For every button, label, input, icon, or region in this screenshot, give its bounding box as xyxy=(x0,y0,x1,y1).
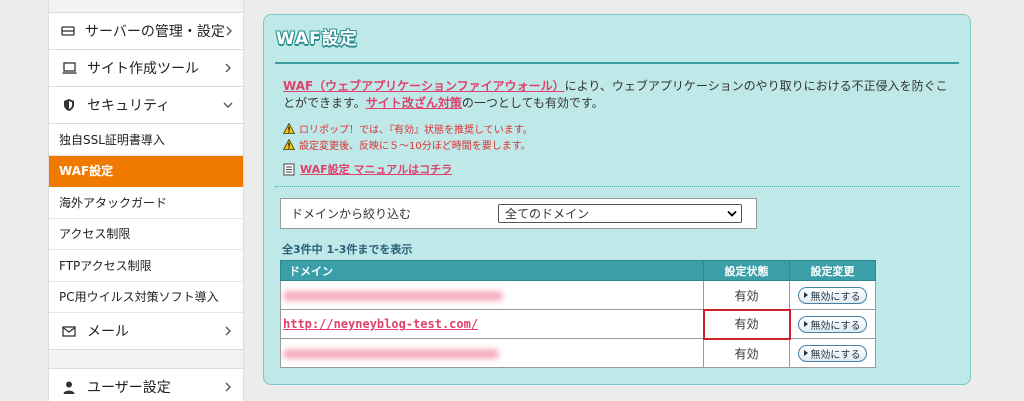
sidebar-subitem-waf[interactable]: WAF設定 xyxy=(49,155,243,187)
table-row: http://neyneyblog-test.com/ 有効 無効にする xyxy=(280,308,876,340)
domain-cell xyxy=(280,280,704,310)
disable-button[interactable]: 無効にする xyxy=(798,344,867,362)
sidebar: サーバーの管理・設定 サイト作成ツール セキュリティ 独自SSL証明書導入 WA… xyxy=(48,0,244,401)
manual-link-row: WAF設定 マニュアルはコチラ xyxy=(283,161,452,177)
sidebar-item-label: ユーザー設定 xyxy=(87,380,171,396)
sidebar-item-site-tools[interactable]: サイト作成ツール xyxy=(49,50,243,87)
status-cell: 有効 xyxy=(703,338,790,368)
sidebar-subitem-attack-guard[interactable]: 海外アタックガード xyxy=(49,187,243,219)
table-header-row: ドメイン 設定状態 設定変更 xyxy=(280,260,876,281)
chevron-right-icon xyxy=(223,382,233,392)
envelope-icon xyxy=(61,323,77,339)
section-divider xyxy=(275,186,959,187)
manual-link[interactable]: WAF設定 マニュアルはコチラ xyxy=(300,161,452,177)
sidebar-item-label: サイト作成ツール xyxy=(87,61,199,77)
status-cell: 有効 xyxy=(702,308,791,340)
title-divider xyxy=(275,62,959,64)
intro-text: WAF（ウェブアプリケーションファイアウォール）により、ウェブアプリケーションの… xyxy=(283,78,958,112)
action-cell: 無効にする xyxy=(789,280,876,310)
document-icon xyxy=(283,163,295,175)
domain-table: ドメイン 設定状態 設定変更 有効 無効にする http://neyneyblo… xyxy=(280,260,876,368)
page-title: WAF設定 xyxy=(276,29,358,49)
col-header-action: 設定変更 xyxy=(789,260,876,281)
site-tampering-link[interactable]: サイト改ざん対策 xyxy=(366,96,462,110)
col-header-domain: ドメイン xyxy=(280,260,704,281)
domain-filter-select[interactable]: 全てのドメイン xyxy=(498,204,742,223)
disable-button-label: 無効にする xyxy=(810,291,861,303)
sidebar-spacer xyxy=(49,350,243,369)
sidebar-item-security[interactable]: セキュリティ xyxy=(49,87,243,124)
sidebar-subitem-ssl[interactable]: 独自SSL証明書導入 xyxy=(49,124,243,156)
disable-button[interactable]: 無効にする xyxy=(798,315,867,333)
disable-button-label: 無効にする xyxy=(810,349,861,361)
sidebar-item-mail[interactable]: メール xyxy=(49,313,243,350)
laptop-icon xyxy=(61,60,77,76)
highlighted-status: 有効 xyxy=(702,308,791,340)
sidebar-top-spacer xyxy=(49,0,243,13)
chevron-right-icon xyxy=(223,326,233,336)
domain-filter: ドメインから絞り込む 全てのドメイン xyxy=(280,198,757,229)
sidebar-subitem-antivirus[interactable]: PC用ウイルス対策ソフト導入 xyxy=(49,282,243,313)
disable-button[interactable]: 無効にする xyxy=(798,286,867,304)
action-cell: 無効にする xyxy=(789,309,876,339)
result-count: 全3件中 1-3件までを表示 xyxy=(282,243,413,256)
sidebar-item-label: メール xyxy=(87,324,129,340)
blurred-domain-link[interactable] xyxy=(283,290,503,301)
col-header-status: 設定状態 xyxy=(703,260,790,281)
sidebar-subitem-ftp-restriction[interactable]: FTPアクセス制限 xyxy=(49,250,243,282)
arrow-right-icon xyxy=(804,350,809,356)
filter-label: ドメインから絞り込む xyxy=(291,207,412,221)
waf-description-link[interactable]: WAF（ウェブアプリケーションファイアウォール） xyxy=(283,79,565,93)
sidebar-item-user-settings[interactable]: ユーザー設定 xyxy=(49,369,243,401)
sidebar-item-server-settings[interactable]: サーバーの管理・設定 xyxy=(49,13,243,50)
warning-text: ロリポップ！では、『有効』状態を推奨しています。 xyxy=(299,125,533,136)
sidebar-item-label: セキュリティ xyxy=(87,98,171,114)
chevron-right-icon xyxy=(225,26,233,36)
action-cell: 無効にする xyxy=(789,338,876,368)
warning-recommendation: ロリポップ！では、『有効』状態を推奨しています。 xyxy=(283,121,533,136)
domain-link[interactable]: http://neyneyblog-test.com/ xyxy=(283,317,478,331)
arrow-right-icon xyxy=(804,292,809,298)
domain-cell xyxy=(280,338,704,368)
intro-text-part2: の一つとしても有効です。 xyxy=(461,96,604,110)
filter-selected-value: 全てのドメイン xyxy=(505,207,590,221)
chevron-right-icon xyxy=(223,63,233,73)
waf-settings-panel: WAF設定 WAF（ウェブアプリケーションファイアウォール）により、ウェブアプリ… xyxy=(263,14,971,385)
chevron-down-icon xyxy=(727,210,737,217)
disable-button-label: 無効にする xyxy=(810,320,861,332)
table-row: 有効 無効にする xyxy=(280,338,876,368)
sidebar-item-label: サーバーの管理・設定 xyxy=(85,24,225,40)
sidebar-subitem-access-restriction[interactable]: アクセス制限 xyxy=(49,219,243,250)
shield-icon xyxy=(61,97,77,113)
arrow-right-icon xyxy=(804,321,809,327)
domain-cell: http://neyneyblog-test.com/ xyxy=(280,309,704,339)
table-row: 有効 無効にする xyxy=(280,280,876,310)
blurred-domain-link[interactable] xyxy=(283,348,499,359)
server-icon xyxy=(61,23,75,39)
user-icon xyxy=(61,379,77,395)
status-cell: 有効 xyxy=(703,280,790,310)
warning-delay: 設定変更後、反映に５～10分ほど時間を要します。 xyxy=(283,137,531,152)
warning-text: 設定変更後、反映に５～10分ほど時間を要します。 xyxy=(299,141,531,152)
chevron-down-icon xyxy=(223,100,233,110)
warning-icon xyxy=(283,123,295,134)
warning-icon xyxy=(283,139,295,150)
